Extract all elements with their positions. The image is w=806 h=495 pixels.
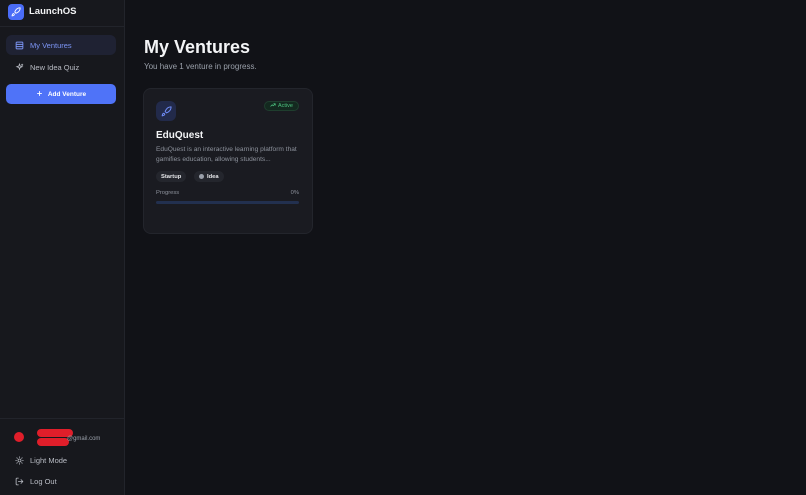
grid-icon [14, 40, 24, 50]
rocket-icon [156, 101, 176, 121]
nav-item-my-ventures[interactable]: My Ventures [6, 35, 116, 55]
page-subtitle: You have 1 venture in progress. [144, 62, 257, 71]
sidebar: LaunchOS My Ventures New Idea Quiz Add V… [0, 0, 125, 495]
venture-card[interactable]: Active EduQuest EduQuest is an interacti… [143, 88, 313, 234]
tag-label: Startup [161, 173, 182, 180]
venture-description: EduQuest is an interactive learning plat… [156, 146, 297, 163]
progress-bar [156, 201, 299, 204]
progress-value: 0% [290, 190, 299, 196]
venture-name: EduQuest [156, 130, 204, 141]
add-venture-button[interactable]: Add Venture [6, 84, 116, 104]
nav-item-new-idea-quiz[interactable]: New Idea Quiz [6, 57, 116, 77]
plus-icon [36, 90, 43, 99]
tag-label: Idea [207, 173, 219, 180]
status-badge: Active [264, 101, 299, 111]
divider [0, 418, 124, 419]
log-out-label: Log Out [30, 476, 57, 486]
user-email: @gmail.com [67, 436, 101, 442]
light-mode-toggle[interactable]: Light Mode [6, 451, 116, 469]
app-name: LaunchOS [29, 6, 77, 17]
log-out-button[interactable]: Log Out [6, 472, 116, 490]
progress-label: Progress [156, 190, 180, 196]
sun-icon [14, 455, 24, 465]
tag-idea: Idea [194, 171, 224, 182]
nav-label: New Idea Quiz [30, 62, 80, 72]
page-title: My Ventures [144, 37, 251, 57]
light-mode-label: Light Mode [30, 455, 68, 465]
dot-icon [199, 174, 204, 179]
user-profile[interactable]: @gmail.com [9, 428, 119, 448]
rocket-icon [8, 4, 24, 20]
avatar [14, 432, 24, 442]
brand[interactable]: LaunchOS [0, 0, 124, 26]
nav-label: My Ventures [30, 40, 72, 50]
trending-up-icon [270, 102, 276, 110]
divider [0, 26, 124, 27]
tag-startup: Startup [156, 171, 187, 182]
redacted-email [37, 438, 69, 446]
log-out-icon [14, 476, 24, 486]
add-venture-label: Add Venture [47, 90, 87, 98]
main-content: My Ventures You have 1 venture in progre… [126, 0, 806, 495]
sparkles-icon [14, 62, 24, 72]
status-label: Active [278, 103, 293, 109]
